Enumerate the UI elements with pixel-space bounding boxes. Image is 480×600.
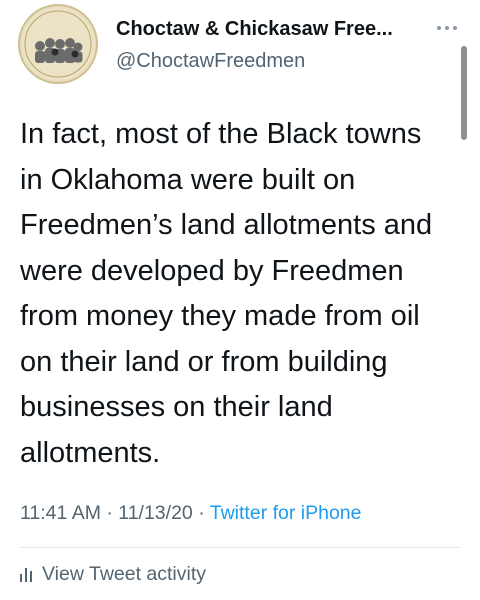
- user-handle[interactable]: @ChoctawFreedmen: [116, 50, 305, 73]
- scrollbar[interactable]: [461, 46, 467, 140]
- view-tweet-activity-link[interactable]: View Tweet activity: [20, 563, 206, 588]
- community-logo-avatar-icon: [22, 8, 94, 80]
- tweet-date[interactable]: 11/13/20: [118, 502, 192, 524]
- meta-separator: ·: [106, 502, 113, 524]
- tweet-text-line: allotments.: [20, 436, 161, 469]
- tweet-source-link[interactable]: Twitter for iPhone: [210, 502, 362, 524]
- tweet-text-line: were developed by Freedmen: [20, 254, 404, 287]
- view-tweet-activity-label: View Tweet activity: [42, 563, 207, 585]
- tweet-text-line: on their land or from building: [20, 345, 388, 378]
- meta-separator: ·: [198, 502, 205, 524]
- tweet-header: Choctaw & Chickasaw Free... @ChoctawFree…: [18, 4, 462, 86]
- tweet-detail: Choctaw & Chickasaw Free... @ChoctawFree…: [0, 0, 480, 600]
- tweet-text: In fact, most of the Black towns in Okla…: [20, 112, 460, 476]
- tweet-text-line: from money they made from oil: [20, 300, 420, 332]
- tweet-time[interactable]: 11:41 AM: [20, 502, 101, 524]
- tweet-meta: 11:41 AM · 11/13/20 · Twitter for iPhone: [20, 502, 362, 525]
- tweet-text-line: in Oklahoma were built on: [20, 163, 356, 196]
- display-name[interactable]: Choctaw & Chickasaw Free...: [116, 18, 393, 41]
- avatar[interactable]: [18, 4, 98, 84]
- tweet-text-line: Freedmen’s land allotments and: [20, 209, 433, 241]
- more-dots-icon[interactable]: [436, 20, 458, 30]
- bar-chart-icon: [20, 564, 34, 588]
- tweet-text-line: businesses on their land: [20, 391, 333, 423]
- divider: [20, 547, 460, 548]
- tweet-text-line: In fact, most of the Black towns: [20, 118, 422, 150]
